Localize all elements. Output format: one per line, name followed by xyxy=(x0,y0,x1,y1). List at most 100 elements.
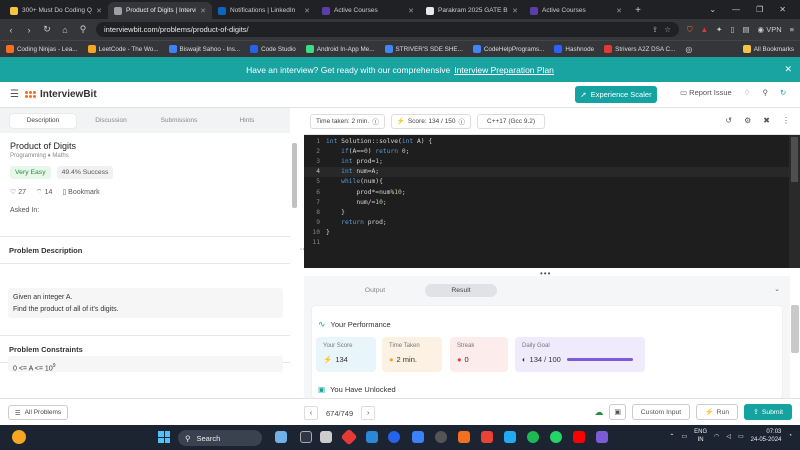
browser-tab[interactable]: Notifications | LinkedIn ✕ xyxy=(212,2,316,19)
globe-icon[interactable]: ◎ xyxy=(685,45,692,54)
minimize-button[interactable]: — xyxy=(732,5,740,14)
close-tab-icon[interactable]: ✕ xyxy=(408,7,414,15)
close-window-button[interactable]: ✕ xyxy=(779,5,786,14)
info-icon[interactable]: ⓘ xyxy=(372,116,379,126)
weather-icon[interactable] xyxy=(12,430,26,444)
language-select[interactable]: C++17 (Gcc 9.2) xyxy=(477,113,546,129)
taskbar-app-icon[interactable] xyxy=(300,431,312,443)
close-tab-icon[interactable]: ✕ xyxy=(96,7,102,15)
bookmark-item[interactable]: STRIVER'S SDE SHE... xyxy=(384,45,463,53)
taskbar-app-icon[interactable] xyxy=(596,431,608,443)
close-tab-icon[interactable]: ✕ xyxy=(304,7,310,15)
problem-pane-scrollbar[interactable] xyxy=(292,143,297,208)
all-bookmarks[interactable]: All Bookmarks xyxy=(742,45,794,53)
browser-tab[interactable]: Product of Digits | Intervie ✕ xyxy=(108,2,212,19)
bookmark-star-icon[interactable]: ☆ xyxy=(664,25,671,34)
browser-tab[interactable]: Parakram 2025 GATE Batch C ✕ xyxy=(420,2,524,19)
all-problems-button[interactable]: ☰ All Problems xyxy=(8,405,68,420)
vscode-icon[interactable] xyxy=(504,431,516,443)
refresh-icon[interactable]: ↻ xyxy=(780,88,786,97)
chevron-down-icon[interactable]: ⌄ xyxy=(774,285,780,293)
language-indicator[interactable]: ENG IN xyxy=(694,428,707,444)
browser-tab[interactable]: 300+ Must Do Coding Questio ✕ xyxy=(4,2,108,19)
notifications-icon[interactable]: ♢ xyxy=(744,88,751,97)
more-options-icon[interactable]: ⋮ xyxy=(782,116,790,125)
maximize-button[interactable]: ❐ xyxy=(756,5,763,14)
close-tab-icon[interactable]: ✕ xyxy=(200,7,206,15)
keyboard-icon[interactable]: ▭ xyxy=(681,433,687,440)
tab-discussion[interactable]: Discussion xyxy=(78,114,144,128)
share-icon[interactable]: ⇪ xyxy=(652,25,658,34)
taskbar-app-icon[interactable] xyxy=(275,431,287,443)
info-icon[interactable]: ⓘ xyxy=(459,116,466,126)
home-icon[interactable]: ⌂ xyxy=(60,25,70,35)
experience-scaler-button[interactable]: ➚ Experience Scaler xyxy=(575,86,657,103)
bookmark-item[interactable]: Code Studio xyxy=(250,45,296,53)
bookmark-item[interactable]: Hashnode xyxy=(554,45,594,53)
report-issue-button[interactable]: ▭ Report Issue xyxy=(680,88,732,97)
custom-input-button[interactable]: Custom Input xyxy=(631,404,691,420)
extensions-icon[interactable]: ✦ xyxy=(716,25,722,34)
notification-center-icon[interactable]: ◔ xyxy=(788,433,792,439)
forward-icon[interactable]: › xyxy=(24,25,34,35)
taskbar-app-icon[interactable] xyxy=(435,431,447,443)
brave-shield-icon[interactable]: ⛉ xyxy=(687,25,693,35)
battery-icon[interactable]: ▭ xyxy=(738,433,744,440)
taskbar-app-icon[interactable] xyxy=(412,431,424,443)
banner-link[interactable]: Interview Preparation Plan xyxy=(454,65,554,75)
sidebar-icon[interactable]: ▯ xyxy=(730,25,734,34)
site-info-icon[interactable]: ⚲ xyxy=(78,24,88,35)
taskbar-app-icon[interactable] xyxy=(388,431,400,443)
settings-gear-icon[interactable]: ⚙ xyxy=(744,116,751,125)
next-problem-button[interactable]: › xyxy=(361,406,376,420)
url-field[interactable]: interviewbit.com/problems/product-of-dig… xyxy=(96,22,679,37)
wallet-icon[interactable]: ▤ xyxy=(742,25,749,34)
reset-code-icon[interactable]: ↺ xyxy=(725,116,732,125)
menu-icon[interactable]: ≡ xyxy=(790,25,794,34)
bookmark-item[interactable]: Biswajit Sahoo - Ins... xyxy=(168,45,240,53)
tab-description[interactable]: Description xyxy=(10,113,76,128)
vpn-icon[interactable]: ◉ VPN xyxy=(758,25,782,34)
clock[interactable]: 07:03 24-05-2024 xyxy=(751,428,782,444)
bookmark-item[interactable]: CodeHelpPrograms... xyxy=(472,45,544,53)
taskbar-app-icon[interactable] xyxy=(320,431,332,443)
dislike-button[interactable]: ⌔ 14 xyxy=(36,188,52,197)
close-tab-icon[interactable]: ✕ xyxy=(616,7,622,15)
taskbar-search[interactable]: ⚲ Search xyxy=(178,430,262,446)
code-editor[interactable]: 1 int Solution::solve(int A) {2 if(A==0) … xyxy=(304,135,789,268)
editor-scrollbar[interactable] xyxy=(789,135,800,268)
submit-button[interactable]: ⇪ Submit xyxy=(744,404,792,420)
bookmark-item[interactable]: Android In-App Me... xyxy=(305,45,375,53)
close-tab-icon[interactable]: ✕ xyxy=(512,7,518,15)
bookmark-button[interactable]: ▯ Bookmark xyxy=(62,188,99,197)
hamburger-menu-icon[interactable]: ☰ xyxy=(10,89,19,100)
tab-search-icon[interactable]: ⌄ xyxy=(709,5,716,14)
tab-output[interactable]: Output xyxy=(339,284,411,297)
run-button[interactable]: ⚡ Run xyxy=(696,404,739,420)
brave-browser-icon[interactable] xyxy=(458,431,470,443)
bookmark-item[interactable]: Strivers A2Z DSA C... xyxy=(604,45,675,53)
tab-hints[interactable]: Hints xyxy=(214,114,280,128)
spotify-icon[interactable] xyxy=(527,431,539,443)
new-tab-button[interactable]: + xyxy=(628,2,648,19)
bookmark-item[interactable]: Coding Ninjas - Lea... xyxy=(6,45,78,53)
console-icon[interactable]: ▣ xyxy=(609,404,626,420)
result-scrollbar[interactable] xyxy=(791,305,799,353)
cloud-sync-icon[interactable]: ☁ xyxy=(594,407,603,418)
bookmark-item[interactable]: LeetCode - The Wo... xyxy=(87,45,159,53)
wifi-icon[interactable]: ◠ xyxy=(714,433,719,440)
tab-submissions[interactable]: Submissions xyxy=(146,114,212,128)
browser-tab[interactable]: Active Courses ✕ xyxy=(524,2,628,19)
interviewbit-logo[interactable]: InterviewBit xyxy=(24,89,97,100)
close-banner-icon[interactable]: ✕ xyxy=(784,64,792,75)
tray-overflow-icon[interactable]: ⌃ xyxy=(669,433,674,440)
volume-icon[interactable]: ◁ xyxy=(726,433,731,440)
tab-result[interactable]: Result xyxy=(425,284,497,297)
prev-problem-button[interactable]: ‹ xyxy=(304,406,318,420)
rewards-icon[interactable]: ▲ xyxy=(701,25,708,34)
taskbar-app-icon[interactable] xyxy=(366,431,378,443)
browser-tab[interactable]: Active Courses ✕ xyxy=(316,2,420,19)
search-icon[interactable]: ⚲ xyxy=(762,88,768,97)
youtube-icon[interactable] xyxy=(573,431,585,443)
expand-icon[interactable]: ✖ xyxy=(763,116,770,125)
